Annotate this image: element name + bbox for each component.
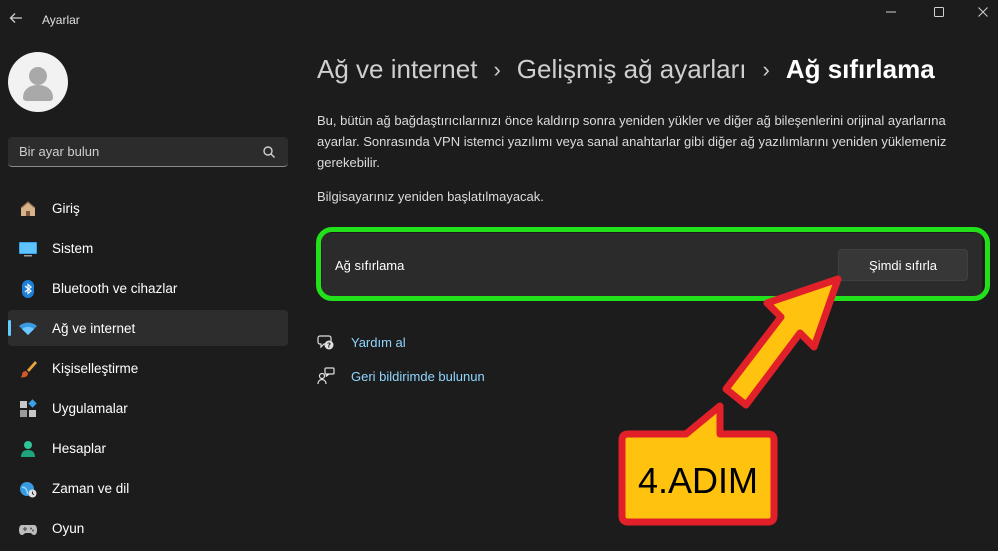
reset-description: Bu, bütün ağ bağdaştırıcılarınızı önce k… (317, 113, 947, 170)
sidebar-item-home[interactable]: Giriş (8, 190, 288, 226)
sidebar-item-label: Bluetooth ve cihazlar (52, 280, 178, 296)
sidebar-item-system[interactable]: Sistem (8, 230, 288, 266)
step-label: 4.ADIM (637, 460, 759, 501)
back-arrow-icon (9, 13, 22, 23)
minimize-button[interactable] (868, 0, 914, 24)
sidebar-item-network[interactable]: Ağ ve internet (8, 310, 288, 346)
sidebar-item-label: Hesaplar (52, 440, 107, 456)
minimize-icon (886, 11, 896, 13)
sidebar-item-label: Ağ ve internet (52, 320, 136, 336)
sidebar-item-label: Giriş (52, 200, 80, 216)
sidebar-item-accounts[interactable]: Hesaplar (8, 430, 288, 466)
breadcrumb: Ağ ve internet › Gelişmiş ağ ayarları › … (317, 54, 935, 85)
sidebar-item-label: Sistem (52, 240, 94, 256)
person-avatar-icon (23, 67, 53, 101)
wifi-icon (18, 319, 38, 339)
home-icon (18, 199, 38, 219)
sidebar-item-gaming[interactable]: Oyun (8, 510, 288, 546)
monitor-icon (18, 239, 38, 259)
sidebar-item-label: Uygulamalar (52, 400, 128, 416)
globe-clock-icon (18, 479, 38, 499)
person-icon (18, 439, 38, 459)
back-button[interactable] (4, 6, 28, 30)
gamepad-icon (18, 519, 38, 539)
sidebar-item-label: Kişiselleştirme (52, 360, 139, 376)
breadcrumb-item-advanced[interactable]: Gelişmiş ağ ayarları (517, 54, 747, 85)
search-box (8, 137, 288, 167)
chevron-right-icon: › (762, 56, 770, 82)
sidebar-item-time-language[interactable]: Zaman ve dil (8, 470, 288, 506)
network-reset-label: Ağ sıfırlama (335, 258, 405, 273)
maximize-button[interactable] (916, 0, 962, 24)
svg-text:?: ? (327, 342, 331, 350)
title-bar: Ayarlar (0, 0, 998, 40)
feedback-icon (317, 367, 335, 385)
restart-note: Bilgisayarınız yeniden başlatılmayacak. (317, 189, 544, 204)
feedback-link-text[interactable]: Geri bildirimde bulunun (351, 369, 485, 384)
help-link[interactable]: ? Yardım al (317, 331, 406, 353)
sidebar-item-label: Oyun (52, 520, 85, 536)
close-button[interactable] (960, 0, 998, 24)
chevron-right-icon: › (493, 56, 501, 82)
close-icon (978, 7, 988, 17)
sidebar-item-apps[interactable]: Uygulamalar (8, 390, 288, 426)
sidebar-item-bluetooth[interactable]: Bluetooth ve cihazlar (8, 270, 288, 306)
page-title: Ağ sıfırlama (785, 54, 935, 84)
sidebar-item-personalization[interactable]: Kişiselleştirme (8, 350, 288, 386)
search-input[interactable] (19, 137, 259, 166)
feedback-link[interactable]: Geri bildirimde bulunun (317, 365, 485, 387)
reset-now-button[interactable]: Şimdi sıfırla (838, 249, 968, 281)
help-chat-icon: ? (317, 333, 335, 351)
help-link-text[interactable]: Yardım al (351, 335, 406, 350)
sidebar-nav: Giriş Sistem Bluetooth ve cihazlar Ağ ve… (8, 190, 288, 550)
sidebar-item-label: Zaman ve dil (52, 480, 130, 496)
maximize-icon (934, 7, 944, 17)
breadcrumb-item-network[interactable]: Ağ ve internet (317, 54, 477, 85)
search-icon[interactable] (262, 145, 276, 159)
brush-icon (18, 359, 38, 379)
app-title: Ayarlar (42, 13, 80, 27)
apps-icon (18, 399, 38, 419)
bluetooth-icon (18, 279, 38, 299)
avatar[interactable] (8, 52, 68, 112)
